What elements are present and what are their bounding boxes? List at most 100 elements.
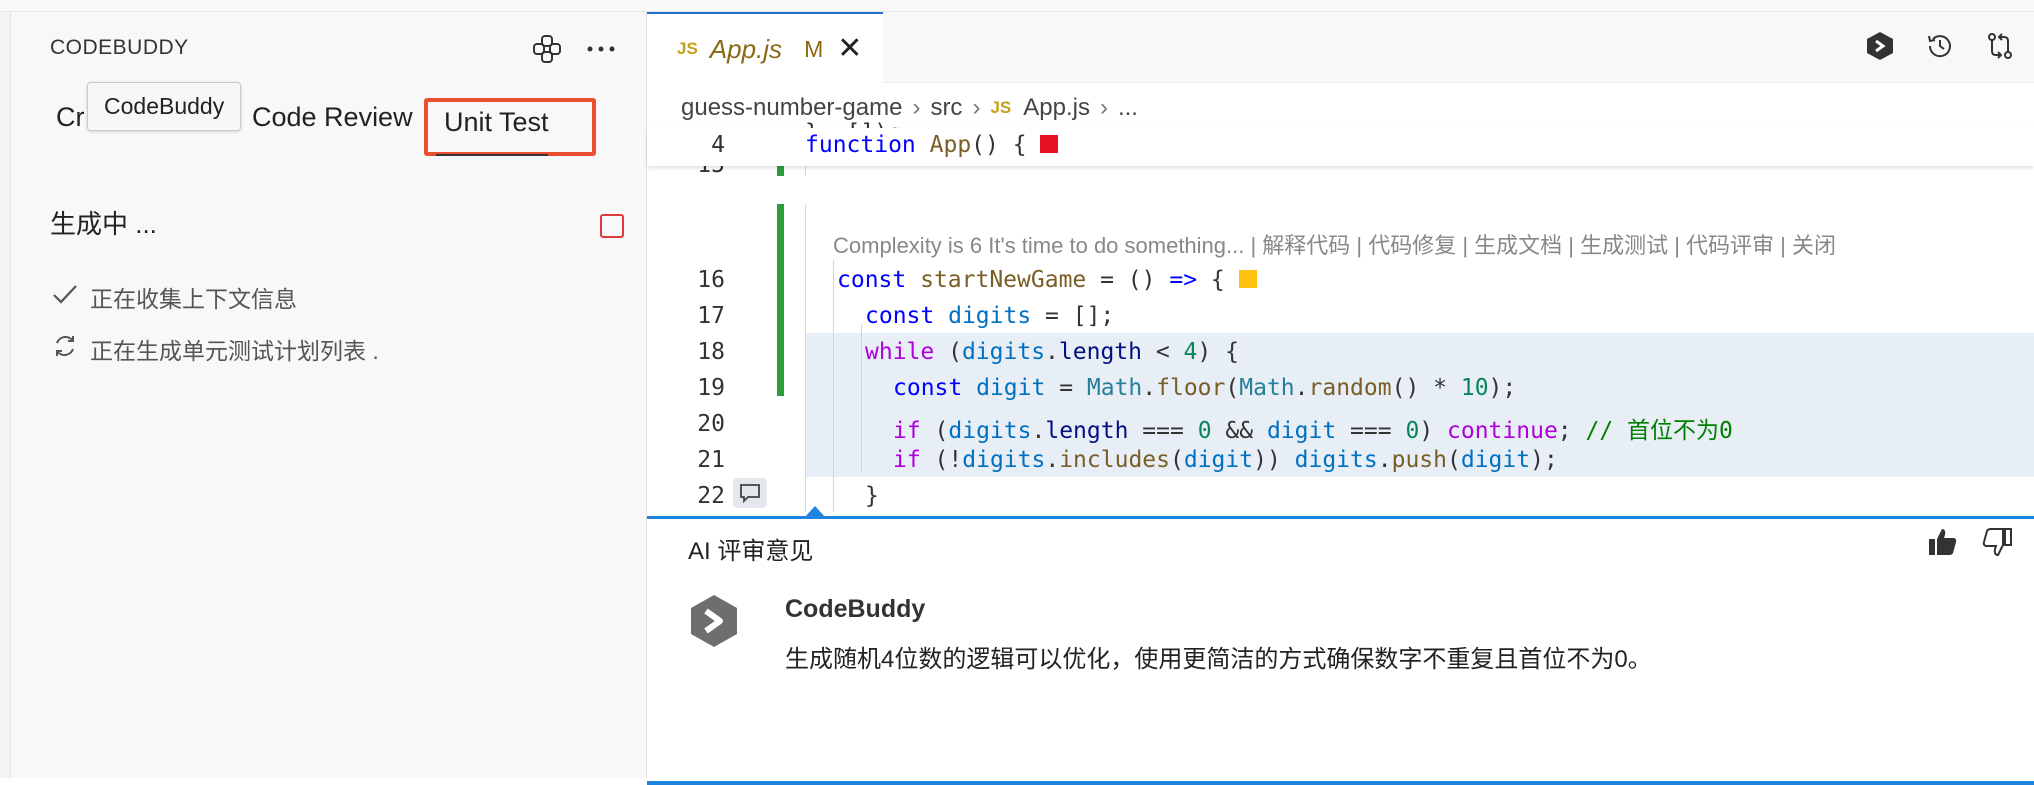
code-token: const — [865, 303, 949, 329]
codelens-actions[interactable]: Complexity is 6 It's time to do somethin… — [833, 228, 1836, 260]
code-token: () * — [1391, 375, 1461, 401]
history-icon[interactable] — [1920, 26, 1960, 66]
code-token: = () — [1086, 267, 1170, 293]
compare-changes-icon[interactable] — [1980, 26, 2020, 66]
chevron-right-icon: › — [912, 94, 921, 121]
stop-icon[interactable] — [600, 214, 624, 238]
code-token: continue — [1447, 418, 1558, 444]
code-token: 0 — [1405, 418, 1420, 444]
close-icon[interactable]: ✕ — [837, 34, 862, 64]
line-number: 18 — [697, 339, 725, 365]
chevron-right-icon: › — [1099, 94, 1108, 121]
more-actions-icon[interactable] — [584, 32, 618, 66]
step-collect-context: 正在收集上下文信息 — [52, 280, 297, 314]
line-number: 22 — [697, 483, 725, 509]
code-token: . — [1294, 375, 1309, 401]
codebuddy-sidebar: CODEBUDDY Cr Code Review Unit Test CodeB… — [0, 12, 647, 778]
code-token: ) { — [1197, 339, 1239, 365]
code-token: digit — [1183, 447, 1254, 473]
code-token: push — [1391, 447, 1447, 473]
modified-indicator: M — [804, 35, 824, 62]
code-token: } — [865, 483, 879, 509]
code-token: ); — [1488, 375, 1517, 401]
code-token: const — [837, 267, 921, 293]
breadcrumb-item[interactable]: guess-number-game — [681, 94, 902, 122]
sticky-scroll-line: 4 function App() { — [647, 128, 2034, 166]
code-line: while (digits.length < 4) { — [865, 339, 1239, 365]
codebuddy-logo-icon[interactable] — [1860, 26, 1900, 66]
indent-guide — [833, 260, 834, 512]
breadcrumb-item[interactable]: ... — [1118, 94, 1138, 122]
tab-craft[interactable]: Cr — [56, 102, 85, 133]
panel-pointer — [805, 506, 825, 517]
code-view[interactable]: 4 function App() { }, []); 15 Complexity… — [647, 120, 2034, 516]
ai-review-panel: AI 评审意见 CodeBuddy 生成随机4位数的逻辑可以优化，使用更简洁的方… — [647, 506, 2034, 785]
check-icon — [52, 283, 78, 311]
code-token: 10 — [1460, 375, 1489, 401]
codebuddy-tooltip: CodeBuddy — [87, 82, 242, 131]
code-token: if — [893, 447, 921, 473]
thumbs-down-icon[interactable] — [1980, 525, 2014, 559]
code-line: } — [865, 483, 879, 509]
tab-code-review[interactable]: Code Review — [252, 102, 413, 133]
code-token: = []; — [1031, 303, 1115, 329]
code-token: App — [929, 132, 972, 158]
activity-edge — [0, 12, 11, 778]
step-text: 正在生成单元测试计划列表 . — [90, 338, 379, 364]
code-token: = — [1045, 375, 1087, 401]
code-token: Math — [1086, 375, 1143, 401]
code-token: // 首位不为0 — [1585, 418, 1733, 444]
review-title: AI 评审意见 — [688, 538, 814, 565]
code-token: length — [1058, 339, 1142, 365]
line-number: 20 — [697, 411, 725, 437]
js-file-icon: JS — [677, 39, 698, 58]
code-token: ( — [920, 418, 949, 444]
codebuddy-avatar-icon — [689, 593, 739, 649]
code-token: { — [1197, 267, 1239, 293]
line-number: 17 — [697, 303, 725, 329]
indent-guide — [805, 204, 806, 512]
code-token: while — [865, 339, 935, 365]
code-token: digit — [976, 375, 1046, 401]
sidebar-actions — [530, 32, 618, 66]
line-number: 21 — [697, 447, 725, 473]
breadcrumb-item[interactable]: App.js — [1023, 94, 1090, 122]
editor-actions — [1860, 26, 2020, 66]
file-tab-app-js[interactable]: JS App.js M ✕ — [647, 12, 883, 84]
code-token: < — [1142, 339, 1184, 365]
code-token: const — [893, 375, 977, 401]
code-token: () { — [971, 132, 1041, 158]
code-token: 4 — [1183, 339, 1198, 365]
code-token: digits — [948, 418, 1032, 444]
code-token: digits — [961, 339, 1046, 365]
code-token: 0 — [1197, 418, 1212, 444]
code-token: ( — [1446, 447, 1461, 473]
code-token: ( — [934, 339, 962, 365]
code-token: ( — [1169, 447, 1184, 473]
indent-guide — [861, 324, 862, 472]
tab-unit-test[interactable]: Unit Test — [424, 98, 596, 156]
code-line: if (!digits.includes(digit)) digits.push… — [893, 447, 1558, 473]
js-file-icon: JS — [990, 98, 1012, 117]
thumbs-up-icon[interactable] — [1926, 525, 1960, 559]
breadcrumb: guess-number-game › src › JS App.js › ..… — [681, 90, 1138, 126]
code-token: digit — [1460, 447, 1531, 473]
code-token: digits — [948, 303, 1032, 329]
code-token: . — [1031, 418, 1046, 444]
code-token: Math — [1239, 375, 1295, 401]
code-token: ( — [1225, 375, 1240, 401]
code-token: digits — [1294, 447, 1378, 473]
comment-icon[interactable] — [733, 478, 767, 508]
code-token: includes — [1059, 447, 1170, 473]
file-tab-name: App.js — [709, 33, 783, 64]
plugin-icon[interactable] — [530, 32, 564, 66]
code-token: === — [1336, 418, 1406, 444]
editor-area: JS App.js M ✕ guess-number-game › src › … — [647, 12, 2034, 785]
code-line: const digit = Math.floor(Math.random() *… — [893, 375, 1516, 401]
line-number: 19 — [697, 375, 725, 401]
feedback-buttons — [1926, 525, 2014, 559]
code-token: . — [1045, 339, 1059, 365]
breadcrumb-item[interactable]: src — [930, 94, 962, 122]
code-token: digits — [962, 447, 1046, 473]
active-tab-underline — [436, 154, 548, 156]
